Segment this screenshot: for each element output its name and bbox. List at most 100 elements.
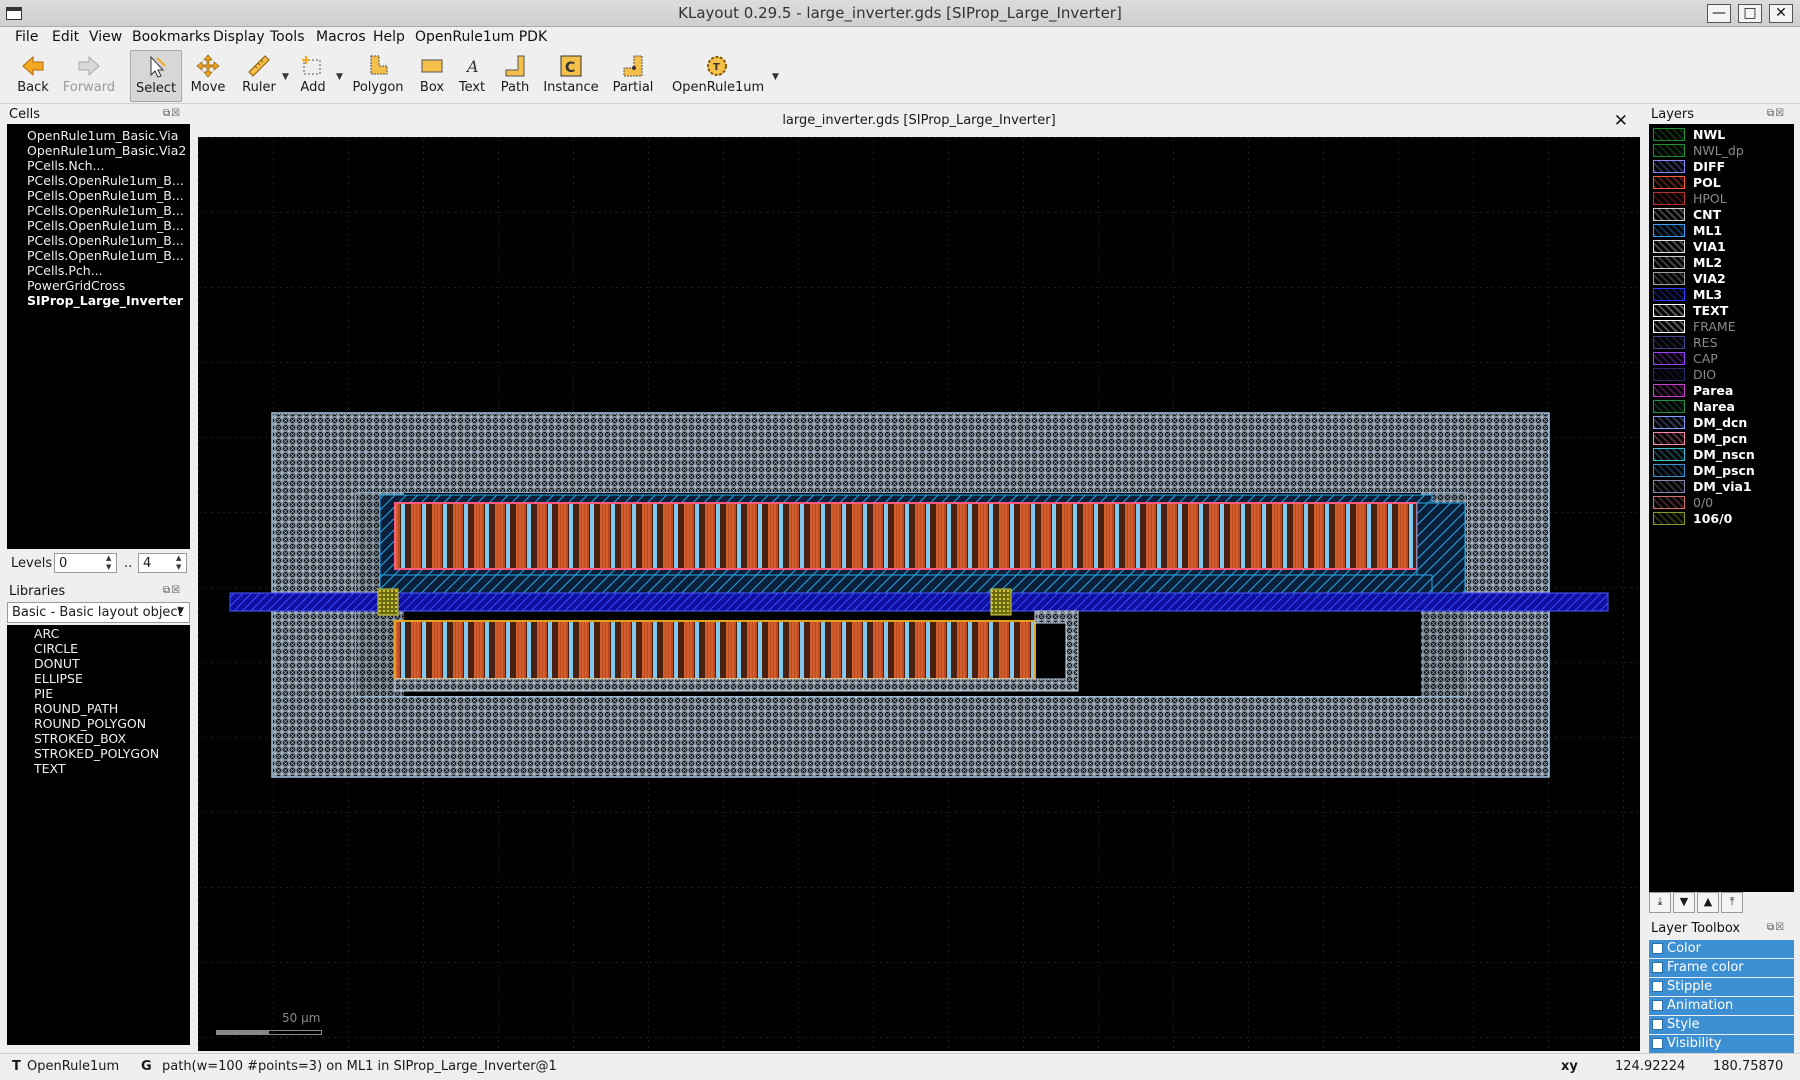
expand-checkbox-icon[interactable] — [1652, 981, 1663, 992]
close-window-button[interactable]: ✕ — [1769, 4, 1793, 23]
layout-canvas[interactable]: 50 µm — [198, 137, 1640, 1051]
cell-item[interactable]: PCells.OpenRule1um_B... — [27, 188, 184, 203]
library-item[interactable]: PIE — [34, 686, 53, 701]
menu-macros[interactable]: Macros — [316, 29, 366, 45]
layer-row[interactable]: DIO — [1651, 367, 1791, 383]
cell-item[interactable]: PCells.Pch... — [27, 263, 103, 278]
library-item[interactable]: CIRCLE — [34, 641, 78, 656]
layer-row[interactable]: DM_pcn — [1651, 431, 1791, 447]
level-min-spinbox[interactable]: 0 ▲ ▼ — [54, 553, 117, 573]
menu-help[interactable]: Help — [373, 29, 405, 45]
library-item[interactable]: STROKED_BOX — [34, 731, 126, 746]
library-select[interactable]: Basic - Basic layout object ▼ — [7, 602, 190, 623]
cell-item[interactable]: PCells.Nch... — [27, 158, 104, 173]
layer-toolbox-section[interactable]: Style — [1649, 1016, 1794, 1034]
maximize-button[interactable]: □ — [1738, 4, 1762, 23]
layer-toolbox-section[interactable]: Stipple — [1649, 978, 1794, 996]
add-tool-button[interactable]: Add — [292, 50, 334, 102]
layout-drawing[interactable] — [198, 137, 1640, 1051]
layer-row[interactable]: Parea — [1651, 383, 1791, 399]
instance-tool-button[interactable]: C Instance — [542, 50, 600, 102]
cell-item[interactable]: SIProp_Large_Inverter — [27, 293, 183, 308]
layer-row[interactable]: DM_nscn — [1651, 447, 1791, 463]
library-cell-list[interactable]: ARC CIRCLE DONUT ELLIPSE PIE ROUND_PATH ROUND_… — [7, 625, 190, 1045]
layer-toolbox-section[interactable]: Frame color — [1649, 959, 1794, 977]
ruler-tool-button[interactable]: Ruler — [238, 50, 280, 102]
expand-checkbox-icon[interactable] — [1652, 1000, 1663, 1011]
layout-view-tab[interactable]: large_inverter.gds [SIProp_Large_Inverte… — [198, 108, 1640, 136]
library-item[interactable]: ROUND_POLYGON — [34, 716, 146, 731]
move-tool-button[interactable]: Move — [187, 50, 229, 102]
technology-name[interactable]: OpenRule1um — [27, 1059, 119, 1074]
expand-checkbox-icon[interactable] — [1652, 943, 1663, 954]
library-item[interactable]: ROUND_PATH — [34, 701, 118, 716]
layer-row[interactable]: DM_dcn — [1651, 415, 1791, 431]
layer-row[interactable]: DM_pscn — [1651, 463, 1791, 479]
layer-row[interactable]: DM_via1 — [1651, 479, 1791, 495]
cell-item[interactable]: PCells.OpenRule1um_B... — [27, 173, 184, 188]
layer-row[interactable]: ML3 — [1651, 287, 1791, 303]
menu-bookmarks[interactable]: Bookmarks — [132, 29, 210, 45]
polygon-tool-button[interactable]: Polygon — [350, 50, 406, 102]
layer-row[interactable]: Narea — [1651, 399, 1791, 415]
layer-row[interactable]: CNT — [1651, 207, 1791, 223]
back-button[interactable]: Back — [12, 50, 54, 102]
library-item[interactable]: ELLIPSE — [34, 671, 83, 686]
layer-row[interactable]: DIFF — [1651, 159, 1791, 175]
layer-toolbox-dock-buttons[interactable]: ⧉☒ — [1767, 922, 1785, 933]
layer-toolbox-section[interactable]: Animation — [1649, 997, 1794, 1015]
cell-item[interactable]: PCells.OpenRule1um_B... — [27, 248, 184, 263]
add-dropdown-icon[interactable]: ▼ — [336, 72, 343, 82]
layer-row[interactable]: ML1 — [1651, 223, 1791, 239]
layer-toolbox-section[interactable]: Visibility — [1649, 1035, 1794, 1053]
layer-row[interactable]: TEXT — [1651, 303, 1791, 319]
close-view-icon[interactable]: ✕ — [1614, 111, 1628, 131]
cell-item[interactable]: PCells.OpenRule1um_B... — [27, 203, 184, 218]
library-item[interactable]: TEXT — [34, 761, 66, 776]
move-layer-up-icon[interactable]: ▲ — [1697, 892, 1719, 913]
expand-checkbox-icon[interactable] — [1652, 1019, 1663, 1030]
move-layer-top-icon[interactable]: ⤒ — [1721, 892, 1743, 913]
libraries-dock-buttons[interactable]: ⧉☒ — [163, 585, 181, 596]
layer-row[interactable]: HPOL — [1651, 191, 1791, 207]
menu-edit[interactable]: Edit — [52, 29, 79, 45]
menu-view[interactable]: View — [89, 29, 122, 45]
cell-item[interactable]: OpenRule1um_Basic.Via — [27, 128, 178, 143]
menu-tools[interactable]: Tools — [270, 29, 305, 45]
layer-row[interactable]: ML2 — [1651, 255, 1791, 271]
minimize-button[interactable]: — — [1707, 4, 1731, 23]
box-tool-button[interactable]: Box — [413, 50, 451, 102]
pdk-dropdown-icon[interactable]: ▼ — [772, 72, 779, 82]
cell-item[interactable]: PCells.OpenRule1um_B... — [27, 218, 184, 233]
library-item[interactable]: DONUT — [34, 656, 80, 671]
layer-row[interactable]: NWL_dp — [1651, 143, 1791, 159]
menu-openrule1um-pdk[interactable]: OpenRule1um PDK — [415, 29, 547, 45]
layer-row[interactable]: 106/0 — [1651, 511, 1791, 527]
library-item[interactable]: STROKED_POLYGON — [34, 746, 159, 761]
layer-list[interactable]: NWL NWL_dp DIFF POL HPOL CNT ML1 VIA1 ML2 VIA2 ML3… — [1649, 124, 1794, 892]
move-layer-down-icon[interactable]: ▼ — [1673, 892, 1695, 913]
cell-tree[interactable]: OpenRule1um_Basic.Via OpenRule1um_Basic.V… — [7, 124, 190, 549]
layer-row[interactable]: VIA2 — [1651, 271, 1791, 287]
text-tool-button[interactable]: A Text — [455, 50, 489, 102]
cell-item[interactable]: PowerGridCross — [27, 278, 125, 293]
spin-arrows-icon[interactable]: ▲ ▼ — [106, 554, 115, 572]
select-tool-button[interactable]: Select — [130, 50, 182, 102]
ruler-dropdown-icon[interactable]: ▼ — [282, 72, 289, 82]
cells-dock-buttons[interactable]: ⧉☒ — [163, 108, 181, 119]
menu-file[interactable]: File — [15, 29, 38, 45]
layer-row[interactable]: RES — [1651, 335, 1791, 351]
layer-toolbox-section[interactable]: Color — [1649, 940, 1794, 958]
openrule1um-macro-button[interactable]: T OpenRule1um — [672, 50, 764, 102]
move-layer-bottom-icon[interactable]: ⤓ — [1649, 892, 1671, 913]
spin-arrows-icon[interactable]: ▲ ▼ — [176, 554, 185, 572]
partial-tool-button[interactable]: Partial — [610, 50, 656, 102]
expand-checkbox-icon[interactable] — [1652, 962, 1663, 973]
layer-row[interactable]: VIA1 — [1651, 239, 1791, 255]
forward-button[interactable]: Forward — [62, 50, 116, 102]
expand-checkbox-icon[interactable] — [1652, 1038, 1663, 1049]
cell-item[interactable]: PCells.OpenRule1um_B... — [27, 233, 184, 248]
layer-row[interactable]: POL — [1651, 175, 1791, 191]
layer-row[interactable]: 0/0 — [1651, 495, 1791, 511]
layer-row[interactable]: CAP — [1651, 351, 1791, 367]
